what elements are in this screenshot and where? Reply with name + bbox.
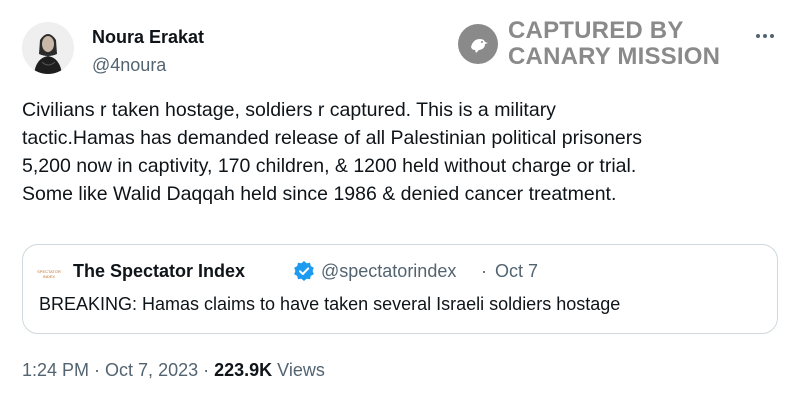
tweet-text: Civilians r taken hostage, soldiers r ca… xyxy=(22,96,782,208)
tweet-text-line: 5,200 now in captivity, 170 children, & … xyxy=(22,155,637,177)
tweet-card: Noura Erakat @4noura CAPTURED BY CANARY … xyxy=(0,0,800,403)
canary-bird-icon xyxy=(458,24,498,64)
author-handle[interactable]: @4noura xyxy=(92,55,166,76)
tweet-text-line: Some like Walid Daqqah held since 1986 &… xyxy=(22,183,617,205)
watermark-line-2: CANARY MISSION xyxy=(508,43,721,70)
tweet-text-line: tactic.Hamas has demanded release of all… xyxy=(22,127,642,149)
tweet-metadata: 1:24 PM · Oct 7, 2023 · 223.9K Views xyxy=(22,360,325,381)
author-name[interactable]: Noura Erakat xyxy=(92,27,204,48)
quoted-tweet-text: BREAKING: Hamas claims to have taken sev… xyxy=(39,294,621,314)
quoted-author-avatar[interactable]: SPECTATOR INDEX xyxy=(37,262,61,286)
meta-separator: · xyxy=(203,360,210,380)
quoted-separator: · xyxy=(481,261,487,281)
tweet-date[interactable]: Oct 7, 2023 xyxy=(105,360,198,381)
more-options-icon[interactable] xyxy=(750,24,780,48)
views-count[interactable]: 223.9K xyxy=(214,360,272,381)
quoted-author-handle[interactable]: @spectatorindex xyxy=(321,261,456,282)
views-label: Views xyxy=(277,360,325,380)
watermark: CAPTURED BY CANARY MISSION xyxy=(458,16,720,72)
verified-badge-icon xyxy=(294,261,314,281)
meta-separator: · xyxy=(94,360,101,380)
quoted-tweet[interactable]: SPECTATOR INDEX The Spectator Index @spe… xyxy=(22,244,778,334)
quoted-author-name[interactable]: The Spectator Index xyxy=(73,261,245,282)
watermark-text: CAPTURED BY CANARY MISSION xyxy=(508,18,720,70)
tweet-time[interactable]: 1:24 PM xyxy=(22,360,89,381)
watermark-line-1: CAPTURED BY xyxy=(508,17,684,44)
author-avatar[interactable] xyxy=(22,22,74,74)
tweet-text-line: Civilians r taken hostage, soldiers r ca… xyxy=(22,99,556,121)
quoted-tweet-date[interactable]: Oct 7 xyxy=(495,261,538,282)
